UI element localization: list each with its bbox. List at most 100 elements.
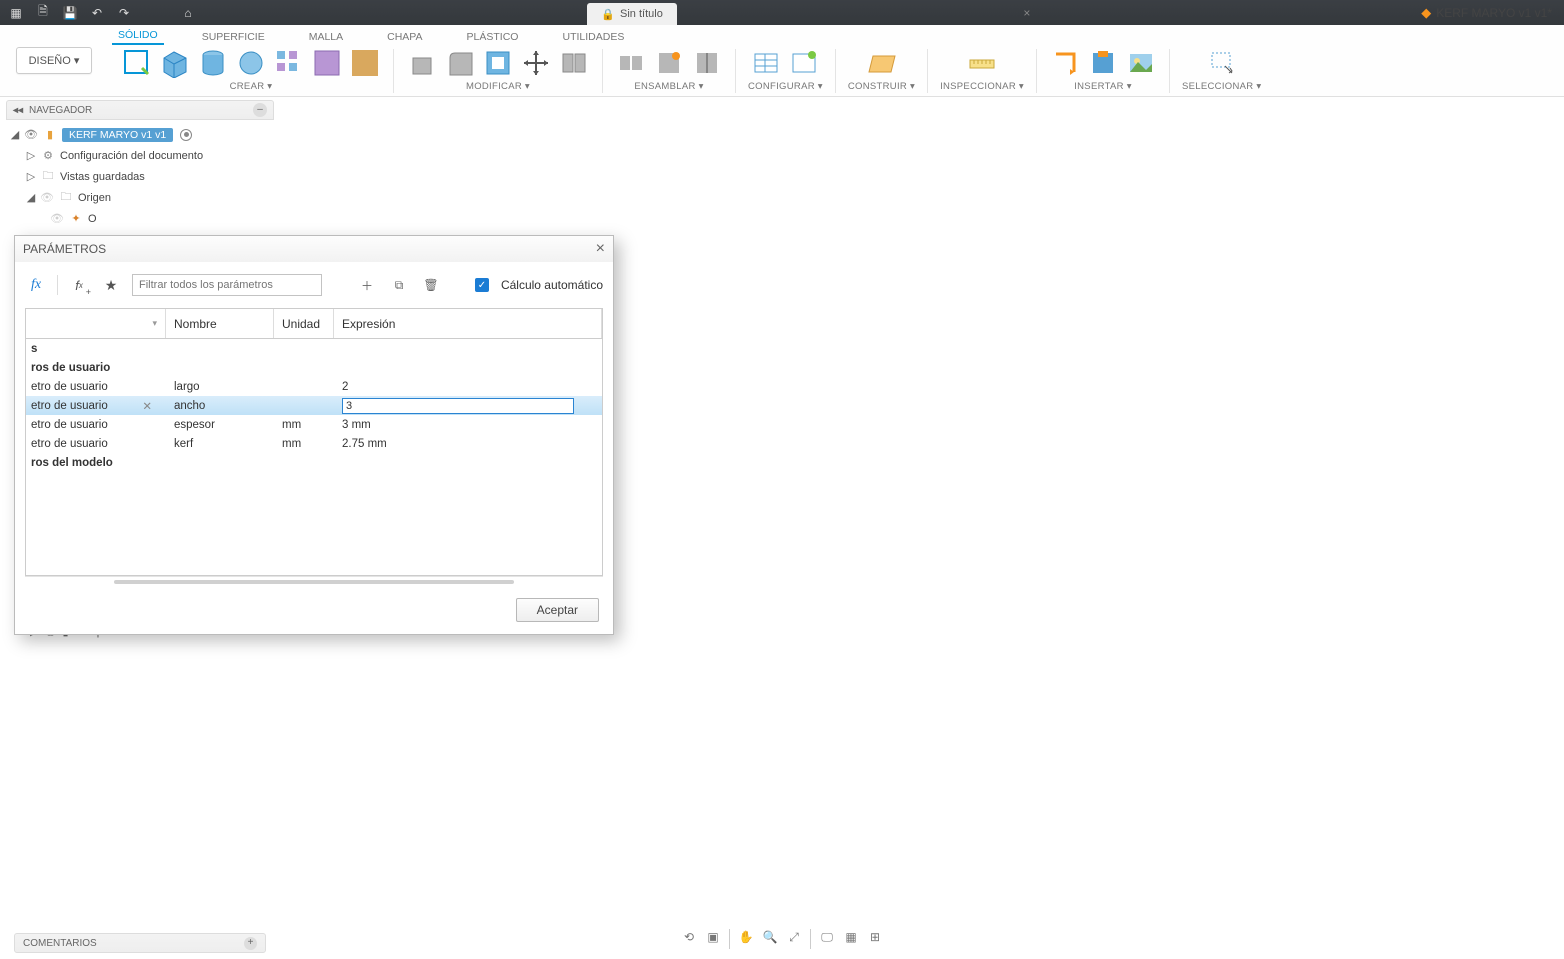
tab-utilidades[interactable]: UTILIDADES <box>556 29 630 45</box>
shell-icon[interactable] <box>482 47 514 79</box>
browser-panel: ◂◂ NAVEGADOR – ◢ 👁 ▮ KERF MARYO v1 v1 ▷ … <box>6 100 274 233</box>
header-name[interactable]: Nombre <box>166 309 274 338</box>
lookAt-icon[interactable]: ▣ <box>703 927 723 947</box>
section-s[interactable]: s <box>26 339 602 358</box>
viewcube-face-icon[interactable]: ☻ <box>1501 407 1524 433</box>
new-file-icon[interactable]: 🗎 <box>31 3 55 23</box>
grid-settings-icon[interactable]: ▦ <box>841 927 861 947</box>
secondary-doc-title: KERF MARYO v1 v1* <box>1436 6 1552 20</box>
move-icon[interactable] <box>520 47 552 79</box>
fillet-icon[interactable] <box>444 47 476 79</box>
redo-icon[interactable]: ↷ <box>112 3 136 23</box>
box-icon[interactable] <box>159 47 191 79</box>
param-row-espesor[interactable]: etro de usuario espesor mm 3 mm <box>26 415 602 434</box>
fx-icon[interactable]: fx <box>25 274 47 296</box>
tab-malla[interactable]: MALLA <box>303 29 349 45</box>
pan-icon[interactable]: ✋ <box>736 927 756 947</box>
cylinder-icon[interactable] <box>197 47 229 79</box>
autocalc-checkbox[interactable]: ✓ <box>475 278 489 292</box>
save-icon[interactable]: 💾 <box>58 3 82 23</box>
fx-user-icon[interactable]: fx <box>68 274 90 296</box>
asbuilt-joint-icon[interactable] <box>653 47 685 79</box>
insert-canvas-icon[interactable] <box>1125 47 1157 79</box>
tree-root[interactable]: ◢ 👁 ▮ KERF MARYO v1 v1 <box>8 124 272 145</box>
add-comment-icon[interactable]: + <box>244 937 257 950</box>
filter-input[interactable] <box>132 274 322 296</box>
comments-panel[interactable]: COMENTARIOS + <box>14 933 266 953</box>
add-parameter-icon[interactable]: ＋ <box>356 274 378 296</box>
delete-row-icon[interactable]: ✕ <box>142 399 152 413</box>
param-row-kerf[interactable]: etro de usuario kerf mm 2.75 mm <box>26 434 602 453</box>
workspace-switcher[interactable]: DISEÑO ▾ <box>6 28 102 93</box>
expand-icon[interactable]: ▷ <box>26 149 36 162</box>
plane-icon[interactable] <box>865 47 897 79</box>
header-unit[interactable]: Unidad <box>274 309 334 338</box>
fit-icon[interactable]: ⤢ <box>784 927 804 947</box>
presspull-icon[interactable] <box>406 47 438 79</box>
joint-icon[interactable] <box>615 47 647 79</box>
visibility-icon[interactable]: 👁 <box>40 191 54 204</box>
home-icon[interactable]: ⌂ <box>176 3 200 23</box>
pattern-icon[interactable] <box>273 47 305 79</box>
model-part[interactable] <box>700 322 1340 862</box>
tree-item-config[interactable]: ▷ ⚙ Configuración del documento <box>8 145 272 166</box>
expand-icon[interactable]: ◢ <box>26 191 36 204</box>
param-row-largo[interactable]: etro de usuario largo 2 <box>26 377 602 396</box>
tab-solido[interactable]: SÓLIDO <box>112 27 164 45</box>
config-table-icon[interactable] <box>750 47 782 79</box>
horizontal-scrollbar[interactable] <box>25 576 603 586</box>
expand-icon[interactable]: ▷ <box>26 170 36 183</box>
delete-icon[interactable]: 🗑 <box>420 274 442 296</box>
collapse-arrow-icon[interactable]: ◂◂ <box>13 105 23 116</box>
browser-collapse-icon[interactable]: – <box>253 103 267 117</box>
header-blank[interactable]: ▾ <box>26 309 166 338</box>
favorite-icon[interactable]: ★ <box>100 274 122 296</box>
visibility-icon[interactable]: 👁 <box>24 128 38 141</box>
browser-header[interactable]: ◂◂ NAVEGADOR – <box>6 100 274 120</box>
section-user[interactable]: ros de usuario <box>26 358 602 377</box>
app-menu-icon[interactable]: ▦ <box>4 3 28 23</box>
insert-decal-icon[interactable] <box>1087 47 1119 79</box>
orbit-icon[interactable]: ⟲ <box>679 927 699 947</box>
tree-item-origin[interactable]: ◢ 👁 🗀 Origen <box>8 187 272 208</box>
document-tab[interactable]: 🔒 Sin título <box>587 3 677 25</box>
dialog-titlebar[interactable]: PARÁMETROS × <box>15 236 613 262</box>
secondary-document-tab[interactable]: ◆ KERF MARYO v1 v1* <box>1421 5 1552 21</box>
separator <box>393 49 394 93</box>
zoom-icon[interactable]: 🔍 <box>760 927 780 947</box>
display-settings-icon[interactable]: 🖵 <box>817 927 837 947</box>
expand-icon[interactable]: ◢ <box>10 128 20 141</box>
tab-close-icon[interactable]: × <box>1017 6 1037 20</box>
param-row-ancho[interactable]: etro de usuario✕ ancho <box>26 396 602 415</box>
config-params-icon[interactable] <box>788 47 820 79</box>
select-icon[interactable] <box>1206 47 1238 79</box>
section-model[interactable]: ros del modelo <box>26 453 602 472</box>
param-expr-input[interactable] <box>342 398 574 414</box>
accept-button[interactable]: Aceptar <box>516 598 599 622</box>
tree-item-origin-o[interactable]: 👁 ✦ O <box>8 208 272 229</box>
insert-derive-icon[interactable] <box>1049 47 1081 79</box>
viewport-icon[interactable]: ⊞ <box>865 927 885 947</box>
tree-item-views[interactable]: ▷ 🗀 Vistas guardadas <box>8 166 272 187</box>
undo-icon[interactable]: ↶ <box>85 3 109 23</box>
header-expr[interactable]: Expresión <box>334 309 602 338</box>
tab-plastico[interactable]: PLÁSTICO <box>461 29 525 45</box>
param-name: espesor <box>174 419 215 431</box>
tab-superficie[interactable]: SUPERFICIE <box>196 29 271 45</box>
align-icon[interactable] <box>558 47 590 79</box>
group-construir: CONSTRUIR ▾ <box>839 46 924 96</box>
visibility-icon[interactable]: 👁 <box>50 212 64 225</box>
measure-icon[interactable] <box>966 47 998 79</box>
joint-origin-icon[interactable] <box>691 47 723 79</box>
sphere-icon[interactable] <box>235 47 267 79</box>
folder-icon: 🗀 <box>40 167 56 186</box>
param-unit: mm <box>282 438 301 450</box>
copy-icon[interactable]: ⧉ <box>388 274 410 296</box>
close-icon[interactable]: × <box>596 240 605 258</box>
derive-icon[interactable] <box>311 47 343 79</box>
texture-icon[interactable] <box>349 47 381 79</box>
sketch-icon[interactable] <box>121 47 153 79</box>
browser-tree: ◢ 👁 ▮ KERF MARYO v1 v1 ▷ ⚙ Configuración… <box>6 120 274 233</box>
record-icon[interactable] <box>180 129 192 141</box>
tab-chapa[interactable]: CHAPA <box>381 29 428 45</box>
